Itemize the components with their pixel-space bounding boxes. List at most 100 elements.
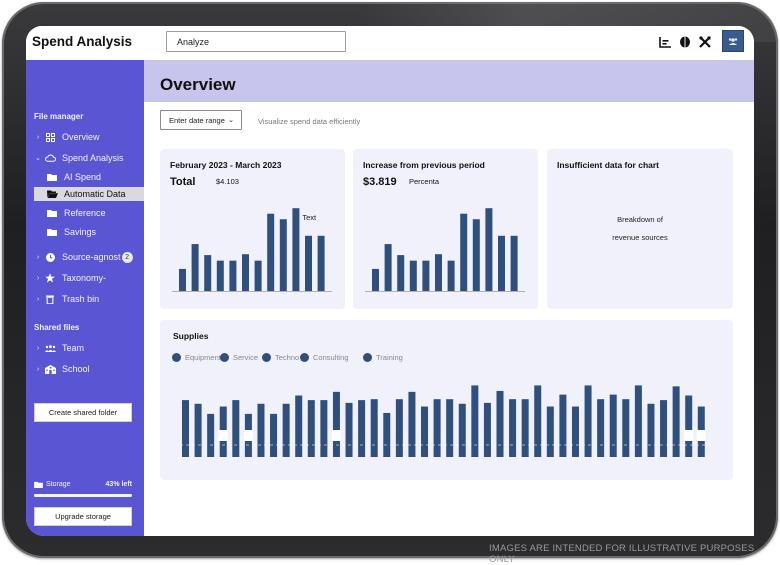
bar-21 [433, 399, 441, 457]
sidebar-item-label: Overview [62, 132, 100, 142]
sidebar-item-overview[interactable]: › Overview [26, 130, 144, 144]
chevron-down-icon: ⌄ [35, 155, 41, 162]
profile-button[interactable] [722, 30, 744, 52]
bar-41 [685, 395, 693, 457]
bar-3 [207, 413, 215, 457]
sidebar-item-school[interactable]: › School [26, 362, 144, 376]
insufficient-data-card: Insufficient data for chart Breakdown of… [547, 149, 733, 309]
bar-36 [622, 399, 630, 457]
sidebar-item-source-agnostic[interactable]: › Source-agnost 2 [26, 250, 144, 264]
star-icon [44, 272, 56, 284]
bar-27 [509, 399, 517, 457]
bar-1 [179, 268, 186, 291]
bar-5 [229, 260, 237, 291]
bar-26 [496, 390, 504, 457]
bar-7 [254, 260, 262, 291]
bar-23 [458, 403, 466, 457]
bar-10 [485, 208, 493, 291]
bar-gap [243, 430, 253, 441]
bar-7 [257, 403, 265, 457]
grid-icon [44, 131, 56, 143]
bar-25 [483, 402, 491, 457]
storage-label: Storage [46, 481, 71, 488]
sidebar-item-label: Savings [64, 227, 97, 237]
bar-33 [584, 385, 592, 457]
chevron-right-icon: › [36, 344, 40, 352]
storage-progress-bar [34, 494, 132, 497]
bar-28 [521, 399, 529, 457]
bar-11 [305, 235, 312, 291]
bar-9 [279, 219, 287, 291]
sidebar-item-label: AI Spend [64, 172, 102, 182]
count-badge: 2 [121, 251, 133, 263]
folder-open-icon [46, 188, 58, 200]
bar-11 [498, 235, 505, 291]
sidebar-item-spend-analysis[interactable]: ⌄ Spend Analysis [26, 151, 144, 165]
total-card: February 2023 - March 2023 Total $4.103 … [160, 149, 345, 309]
sidebar-item-taxonomy[interactable]: › Taxonomy- [26, 271, 144, 285]
sidebar-item-label: Trash bin [62, 294, 100, 304]
chevron-right-icon: › [36, 274, 40, 282]
bar-7 [447, 260, 455, 291]
sidebar-item-savings[interactable]: Savings [26, 225, 144, 239]
app-screen: Spend Analysis Analyze File manager › Ov… [26, 26, 754, 536]
bar-2 [194, 403, 202, 457]
bar-gap [331, 430, 341, 441]
bar-12 [320, 400, 328, 457]
bar-31 [559, 394, 567, 457]
bar-11 [307, 400, 315, 457]
profile-icon [728, 37, 738, 45]
sidebar-item-label: School [62, 364, 90, 374]
bar-gap [218, 430, 228, 441]
bar-1 [372, 268, 379, 291]
storage-progress-fill [34, 494, 132, 497]
supplies-bar-chart [180, 385, 712, 457]
sidebar-item-team[interactable]: › Team [26, 341, 144, 355]
tools-icon[interactable] [698, 35, 712, 49]
bar-22 [446, 399, 454, 457]
chevron-down-icon: ⌄ [228, 117, 234, 124]
shared-files-heading: Shared files [34, 323, 80, 332]
bar-3 [204, 255, 212, 291]
bar-10 [292, 208, 300, 291]
app-title: Spend Analysis [32, 34, 133, 49]
bar-chart-icon[interactable] [658, 35, 672, 49]
create-shared-folder-button[interactable]: Create shared folder [34, 403, 132, 422]
search-input[interactable]: Analyze [166, 31, 346, 52]
date-range-placeholder: Enter date range [169, 115, 225, 125]
bar-gap [696, 430, 706, 441]
top-bar: Spend Analysis Analyze [26, 26, 754, 60]
bar-gap [684, 430, 694, 441]
bar-annotation: Text [302, 213, 317, 222]
brain-icon[interactable] [678, 35, 692, 49]
storage-row: Storage 43% left [34, 481, 132, 488]
folder-icon [46, 207, 58, 219]
bar-34 [597, 399, 605, 457]
sidebar-item-label: Reference [64, 208, 106, 218]
team-icon [44, 342, 56, 354]
chevron-right-icon: › [36, 365, 40, 373]
bar-3 [397, 255, 405, 291]
date-range-select[interactable]: Enter date range ⌄ [160, 110, 242, 130]
sidebar-item-automatic-data[interactable]: Automatic Data [34, 187, 144, 201]
bar-2 [191, 244, 199, 291]
bar-17 [383, 412, 391, 457]
trash-icon [44, 293, 56, 305]
bar-5 [422, 260, 430, 291]
bar-40 [672, 386, 680, 457]
bar-18 [395, 399, 403, 457]
bar-37 [634, 385, 642, 457]
bar-2 [384, 244, 392, 291]
supplies-card: Supplies Equipment Service Techno Consultin… [160, 320, 733, 480]
bar-13 [332, 391, 340, 457]
chevron-right-icon: › [36, 253, 40, 261]
sidebar-item-trash-bin[interactable]: › Trash bin [26, 292, 144, 306]
sidebar-item-label: Spend Analysis [62, 153, 124, 163]
sidebar-item-ai-spend[interactable]: AI Spend [26, 170, 144, 184]
bar-5 [232, 400, 240, 457]
placeholder-line-2: revenue sources [612, 233, 668, 242]
upgrade-storage-button[interactable]: Upgrade storage [34, 507, 132, 526]
school-icon [44, 363, 56, 375]
illustrative-disclaimer: IMAGES ARE INTENDED FOR ILLUSTRATIVE PUR… [489, 543, 755, 565]
sidebar-item-reference[interactable]: Reference [26, 206, 144, 220]
